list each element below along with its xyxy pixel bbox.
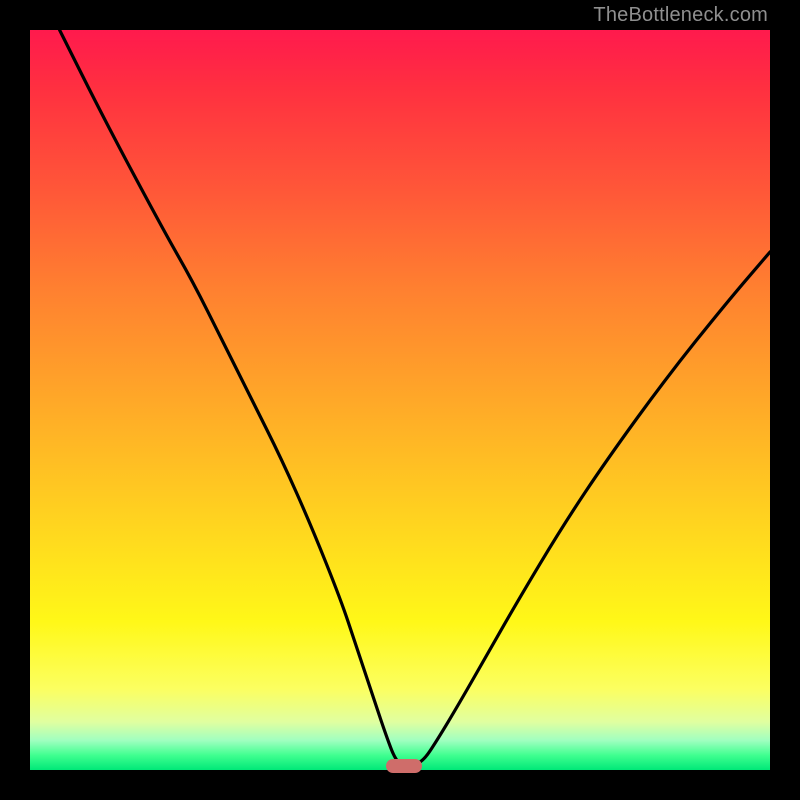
optimum-marker — [386, 759, 422, 773]
bottleneck-curve-path — [60, 30, 770, 765]
chart-frame: TheBottleneck.com — [0, 0, 800, 800]
watermark-text: TheBottleneck.com — [593, 4, 768, 27]
curve-svg — [30, 30, 770, 770]
plot-area — [30, 30, 770, 770]
